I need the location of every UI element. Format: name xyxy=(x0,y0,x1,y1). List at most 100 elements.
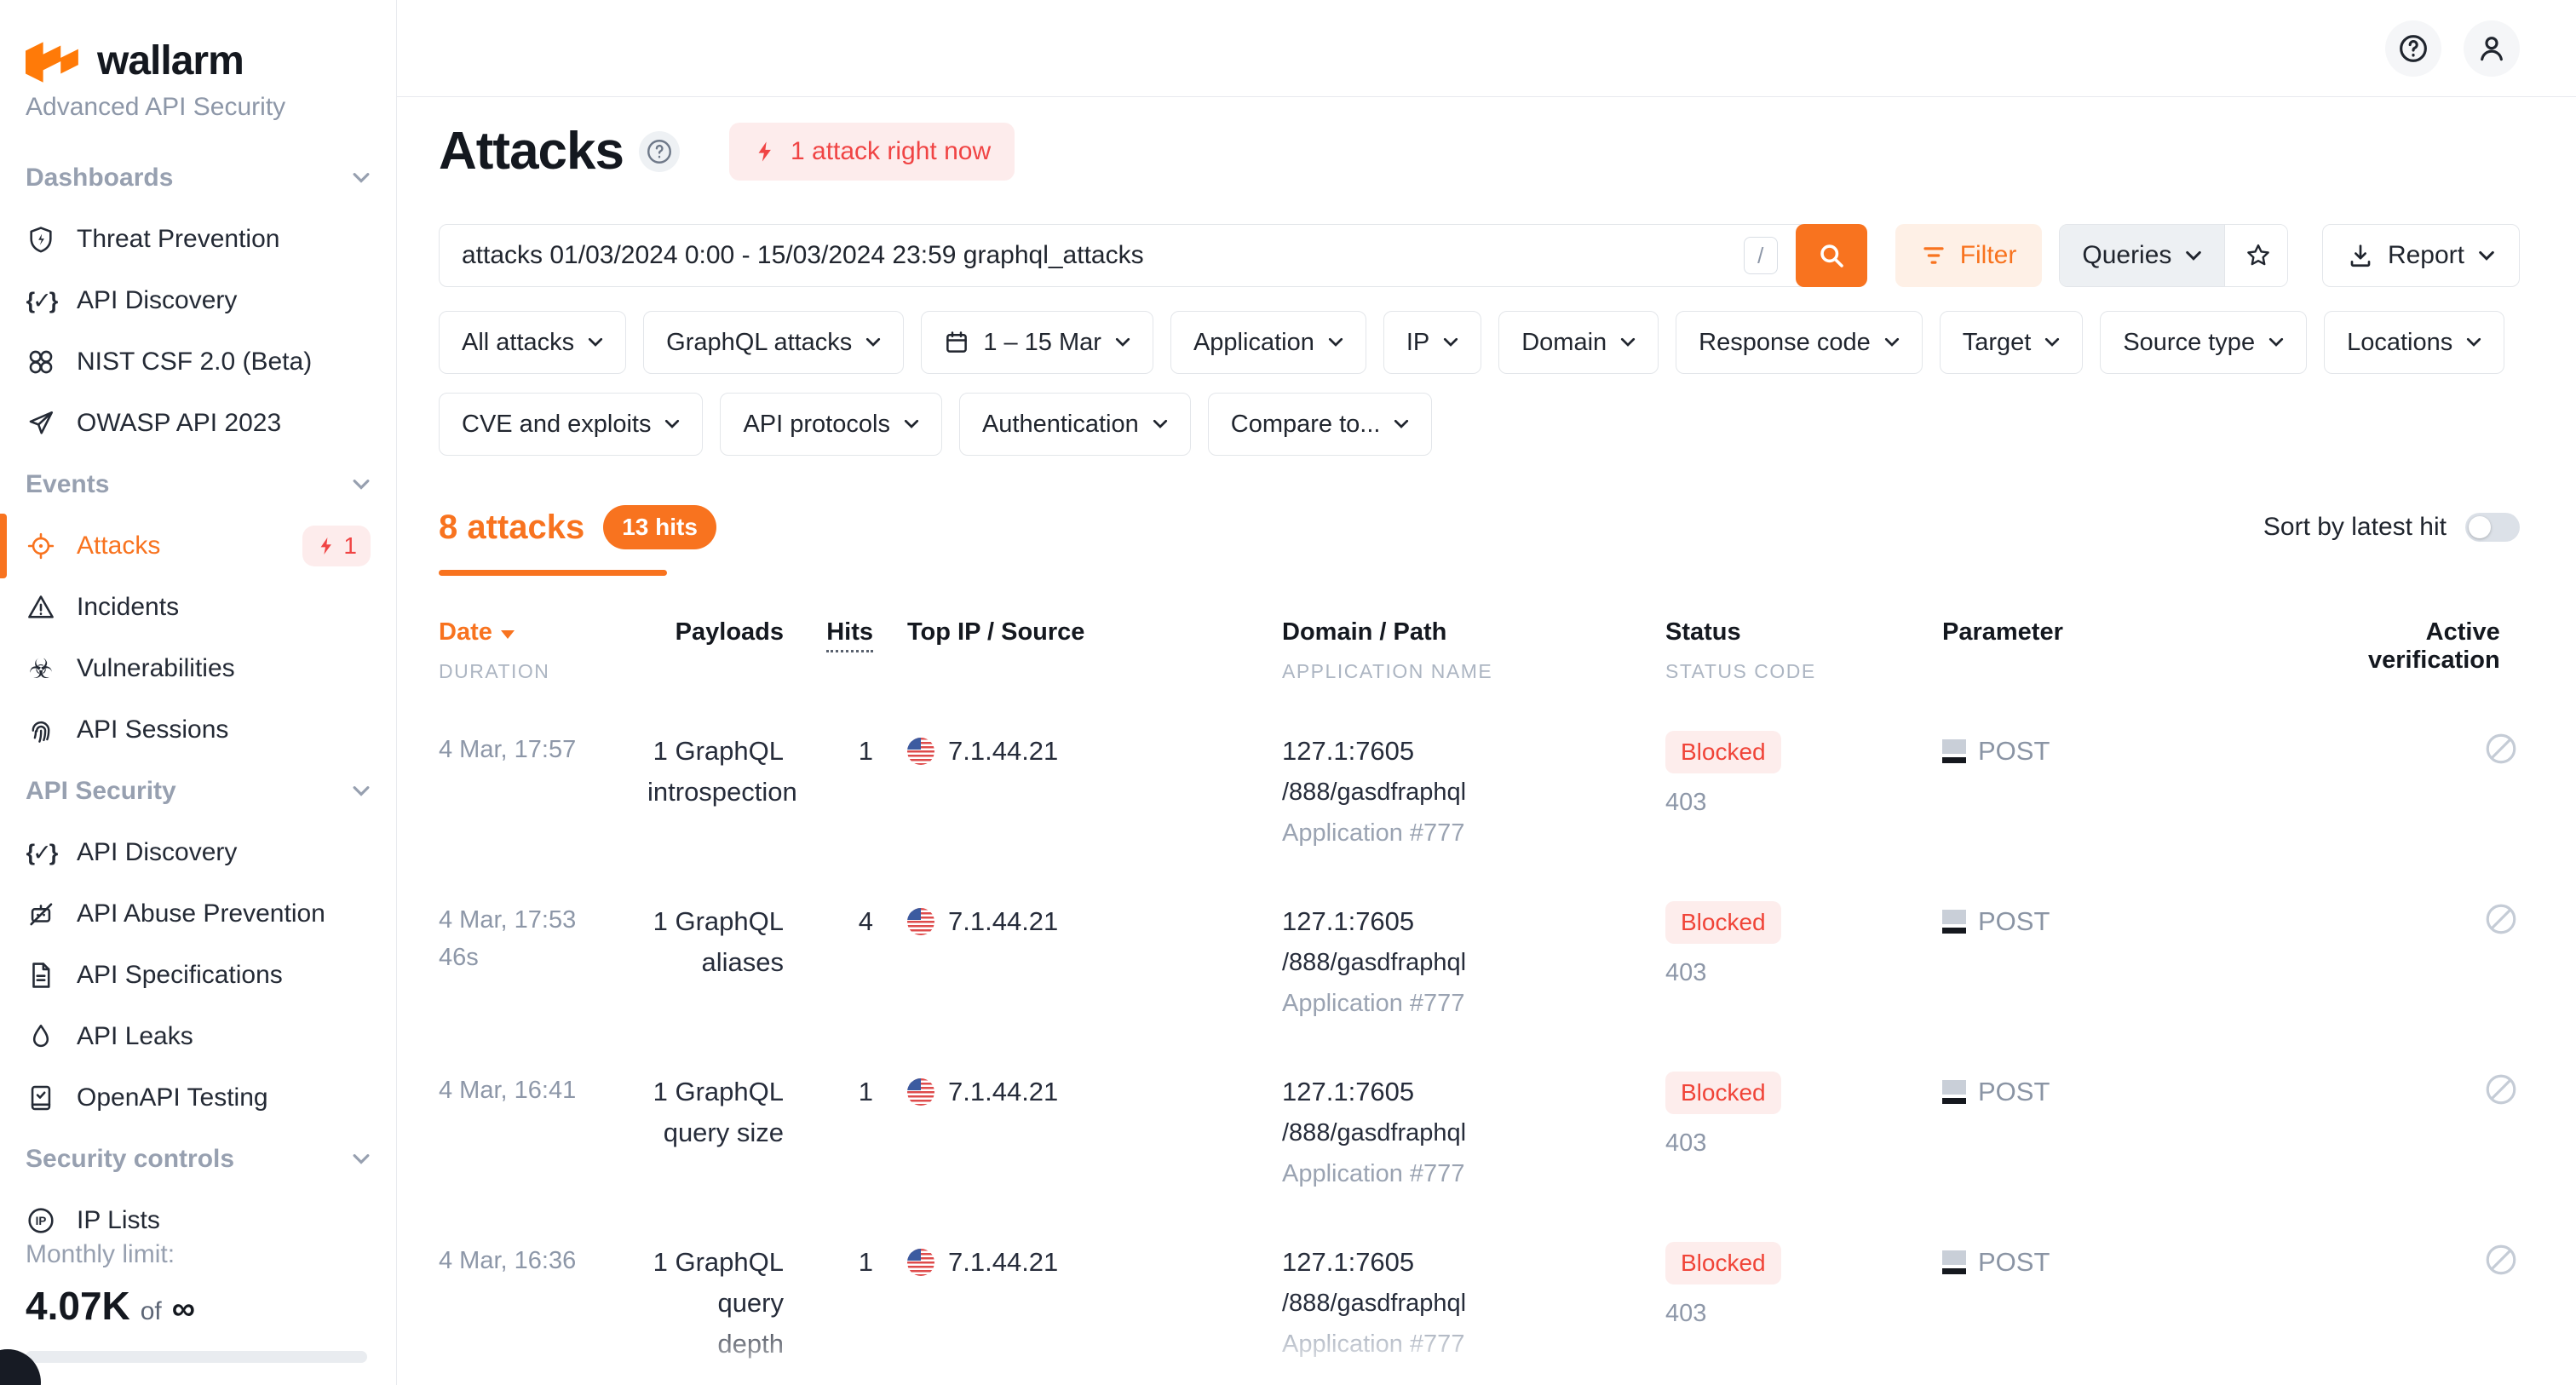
sidebar-item-api-sessions[interactable]: API Sessions xyxy=(26,699,371,761)
nav-label: OpenAPI Testing xyxy=(77,1083,268,1112)
question-circle-icon xyxy=(2396,32,2430,66)
star-icon xyxy=(2244,241,2273,270)
cell-domain: 127.1:7605 xyxy=(1282,1072,1665,1112)
sidebar-section-api-security[interactable]: API Security xyxy=(26,761,371,822)
column-subheader-duration: DURATION xyxy=(439,660,647,683)
sidebar-item-owasp-api[interactable]: OWASP API 2023 xyxy=(26,393,371,454)
column-header-top-ip: Top IP / Source xyxy=(899,618,1278,647)
chevron-down-icon xyxy=(865,337,881,348)
sidebar-section-dashboards[interactable]: Dashboards xyxy=(26,147,371,209)
slash-shortcut-hint: / xyxy=(1744,237,1778,274)
search-toolbar: / Filter Queries xyxy=(439,224,2520,287)
chip-label: Target xyxy=(1963,329,2032,357)
chip-source-type[interactable]: Source type xyxy=(2100,311,2307,374)
status-badge: Blocked xyxy=(1665,1242,1781,1284)
sidebar-item-api-leaks[interactable]: API Leaks xyxy=(26,1006,371,1067)
table-row[interactable]: 4 Mar, 17:5346s 1 GraphQL aliases 4 7.1.… xyxy=(439,901,2519,1024)
table-row[interactable]: 4 Mar, 16:36 1 GraphQL query depth 1 7.1… xyxy=(439,1242,2519,1365)
chip-date-range[interactable]: 1 – 15 Mar xyxy=(921,311,1153,374)
chip-target[interactable]: Target xyxy=(1940,311,2084,374)
cell-payload: 1 GraphQL query depth xyxy=(647,1242,822,1365)
disabled-slash-icon xyxy=(2483,731,2519,767)
chevron-down-icon xyxy=(1115,337,1130,348)
brand-subtitle: Advanced API Security xyxy=(26,93,371,122)
filter-chips-row2: CVE and exploits API protocols Authentic… xyxy=(439,393,2520,456)
topbar xyxy=(397,0,2576,97)
braces-check-icon: {✓} xyxy=(26,840,56,866)
favorite-query-button[interactable] xyxy=(2224,225,2288,286)
report-button[interactable]: Report xyxy=(2322,224,2520,287)
us-flag-icon xyxy=(907,908,934,935)
column-header-status: Status xyxy=(1665,618,1942,647)
column-header-hits[interactable]: Hits xyxy=(822,618,899,652)
chip-ip[interactable]: IP xyxy=(1383,311,1481,374)
filter-icon xyxy=(1921,243,1946,268)
tab-attacks[interactable]: 8 attacks 13 hits xyxy=(439,505,716,549)
book-check-icon xyxy=(26,1083,56,1112)
page-help-button[interactable] xyxy=(639,131,680,172)
chip-graphql-attacks[interactable]: GraphQL attacks xyxy=(643,311,904,374)
chip-domain[interactable]: Domain xyxy=(1498,311,1659,374)
chip-response-code[interactable]: Response code xyxy=(1676,311,1923,374)
results-bar: 8 attacks 13 hits Sort by latest hit xyxy=(439,505,2520,549)
sidebar-section-events[interactable]: Events xyxy=(26,454,371,515)
sidebar-item-attacks[interactable]: Attacks 1 xyxy=(26,515,371,577)
download-icon xyxy=(2347,242,2374,269)
chip-all-attacks[interactable]: All attacks xyxy=(439,311,626,374)
user-button[interactable] xyxy=(2464,20,2520,77)
chip-compare-to[interactable]: Compare to... xyxy=(1208,393,1433,456)
chip-label: CVE and exploits xyxy=(462,411,651,439)
queries-button[interactable]: Queries xyxy=(2060,225,2224,286)
filter-button[interactable]: Filter xyxy=(1895,224,2043,287)
sidebar-item-api-specifications[interactable]: API Specifications xyxy=(26,945,371,1006)
brand-name: wallarm xyxy=(97,37,244,84)
wallarm-logo-icon xyxy=(26,40,82,83)
attack-now-alert[interactable]: 1 attack right now xyxy=(729,123,1015,181)
search-button[interactable] xyxy=(1796,224,1867,287)
sidebar-item-api-abuse-prevention[interactable]: API Abuse Prevention xyxy=(26,883,371,945)
sidebar-section-security-controls[interactable]: Security controls xyxy=(26,1129,371,1190)
chevron-down-icon xyxy=(352,785,371,797)
sort-toggle[interactable] xyxy=(2465,513,2520,542)
chevron-down-icon xyxy=(2268,337,2284,348)
sidebar-item-openapi-testing[interactable]: OpenAPI Testing xyxy=(26,1067,371,1129)
attacks-count: 8 attacks xyxy=(439,509,584,547)
table-row[interactable]: 4 Mar, 17:57 1 GraphQL introspection 1 7… xyxy=(439,731,2519,853)
chip-authentication[interactable]: Authentication xyxy=(959,393,1191,456)
post-body-icon xyxy=(1942,910,1966,934)
queries-label: Queries xyxy=(2082,241,2171,270)
sidebar-item-api-discovery-2[interactable]: {✓} API Discovery xyxy=(26,822,371,883)
nav-label: API Sessions xyxy=(77,715,228,744)
cell-date: 4 Mar, 16:36 xyxy=(439,1242,647,1279)
chevron-down-icon xyxy=(352,479,371,491)
sidebar-item-threat-prevention[interactable]: Threat Prevention xyxy=(26,209,371,270)
sidebar-item-incidents[interactable]: Incidents xyxy=(26,577,371,638)
column-header-date[interactable]: Date xyxy=(439,618,647,647)
sidebar-item-nist-csf[interactable]: NIST CSF 2.0 (Beta) xyxy=(26,331,371,393)
chip-locations[interactable]: Locations xyxy=(2324,311,2504,374)
chip-label: 1 – 15 Mar xyxy=(983,329,1101,357)
chevron-down-icon xyxy=(2478,250,2495,261)
chip-application[interactable]: Application xyxy=(1170,311,1366,374)
table-row[interactable]: 4 Mar, 16:41 1 GraphQL query size 1 7.1.… xyxy=(439,1072,2519,1194)
column-header-domain: Domain / Path xyxy=(1282,618,1665,647)
chip-label: GraphQL attacks xyxy=(666,329,852,357)
attacks-count-badge: 1 xyxy=(302,526,371,566)
sidebar-item-api-discovery[interactable]: {✓} API Discovery xyxy=(26,270,371,331)
column-header-parameter: Parameter xyxy=(1942,618,2368,647)
status-badge: Blocked xyxy=(1665,731,1781,773)
chip-api-protocols[interactable]: API protocols xyxy=(720,393,941,456)
cell-hits: 1 xyxy=(822,1072,899,1112)
cell-application: Application #777 xyxy=(1282,813,1665,853)
chevron-down-icon xyxy=(1443,337,1458,348)
chip-cve-exploits[interactable]: CVE and exploits xyxy=(439,393,703,456)
fingerprint-icon xyxy=(26,715,56,744)
cell-domain: 127.1:7605 xyxy=(1282,1242,1665,1283)
help-button[interactable] xyxy=(2385,20,2441,77)
cell-active-verification xyxy=(2368,901,2519,937)
cell-path: /888/gasdfraphql xyxy=(1282,1283,1665,1324)
search-input[interactable] xyxy=(439,224,1866,287)
nav-label: Vulnerabilities xyxy=(77,654,235,683)
sidebar-item-vulnerabilities[interactable]: ☣ Vulnerabilities xyxy=(26,638,371,699)
paper-plane-icon xyxy=(26,409,56,438)
